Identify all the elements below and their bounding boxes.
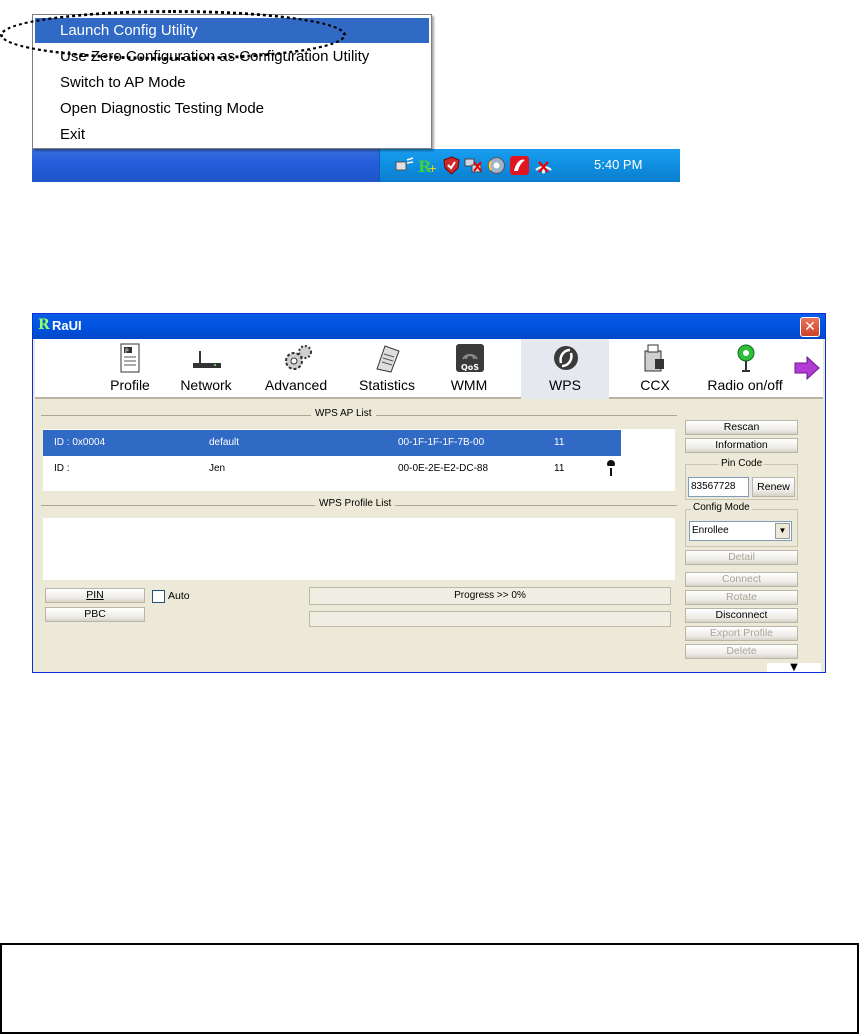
ap-mac: 00-0E-2E-E2-DC-88 bbox=[398, 463, 489, 474]
expand-down-icon[interactable]: ▼ bbox=[767, 663, 821, 672]
ralink-utility-icon[interactable]: R + bbox=[417, 156, 437, 176]
svg-text:P: P bbox=[125, 348, 129, 355]
delete-button[interactable]: Delete bbox=[685, 644, 798, 659]
delete-button-label: Delete bbox=[726, 645, 757, 657]
wps-ap-list[interactable]: ID : 0x0004 default 00-1F-1F-1F-7B-00 11… bbox=[43, 429, 675, 491]
ap-name: default bbox=[209, 437, 240, 448]
tray-clock[interactable]: 5:40 PM bbox=[594, 157, 642, 172]
pbc-button-label: PBC bbox=[84, 608, 106, 620]
tab-label: Radio on/off bbox=[707, 377, 783, 393]
tab-advanced[interactable]: Advanced bbox=[258, 339, 334, 399]
information-button-label: Information bbox=[715, 439, 768, 451]
toolbar: P Profile Network Advanced Statistics Qo… bbox=[35, 339, 823, 399]
rotate-button-label: Rotate bbox=[726, 591, 757, 603]
tab-label: Network bbox=[180, 377, 232, 393]
connect-button[interactable]: Connect bbox=[685, 572, 798, 587]
note-box bbox=[0, 943, 859, 1034]
tab-label: Profile bbox=[110, 377, 150, 393]
ccx-icon bbox=[644, 344, 664, 372]
menu-item-exit[interactable]: Exit bbox=[35, 122, 429, 147]
wps-ap-list-title: WPS AP List bbox=[311, 408, 376, 419]
lock-icon bbox=[606, 460, 616, 476]
table-row[interactable]: ID : 0x0004 default 00-1F-1F-1F-7B-00 11 bbox=[43, 430, 621, 456]
renew-button-label: Renew bbox=[757, 481, 790, 493]
menu-item-open-diagnostic-testing-mode[interactable]: Open Diagnostic Testing Mode bbox=[35, 96, 429, 121]
ap-id: ID : 0x0004 bbox=[54, 437, 106, 448]
network-disconnected-icon[interactable] bbox=[464, 156, 483, 175]
antivirus-icon[interactable] bbox=[510, 156, 529, 175]
network-icon bbox=[193, 351, 221, 368]
auto-checkbox[interactable] bbox=[152, 590, 165, 603]
tab-wps[interactable]: WPS bbox=[521, 339, 609, 399]
statistics-icon bbox=[376, 345, 400, 373]
wps-profile-list-title: WPS Profile List bbox=[315, 498, 396, 509]
tab-label: WMM bbox=[450, 377, 488, 393]
ap-id: ID : bbox=[54, 463, 70, 474]
ap-channel: 11 bbox=[554, 437, 565, 448]
qos-badge: QoS bbox=[461, 363, 480, 372]
taskbar-screenshot: R + 5:40 PM Launch Config Utility Use Zer… bbox=[0, 10, 680, 182]
advanced-icon bbox=[285, 345, 312, 370]
pin-button[interactable]: PIN bbox=[45, 588, 145, 603]
title-bar[interactable]: R RaUI ✕ bbox=[33, 314, 825, 339]
tab-profile[interactable]: P Profile bbox=[95, 339, 165, 399]
tab-statistics[interactable]: Statistics bbox=[349, 339, 425, 399]
media-icon[interactable] bbox=[487, 156, 506, 175]
rescan-button-label: Rescan bbox=[723, 421, 760, 433]
tab-network[interactable]: Network bbox=[171, 339, 241, 399]
network-activity-icon[interactable] bbox=[395, 156, 414, 175]
table-row[interactable]: ID : Jen 00-0E-2E-E2-DC-88 11 bbox=[43, 456, 675, 482]
toolbar-next-arrow-icon[interactable] bbox=[793, 354, 821, 382]
wps-profile-list[interactable] bbox=[43, 518, 675, 580]
pin-code-label: Pin Code bbox=[719, 458, 765, 469]
config-mode-select[interactable]: Enrollee ▼ bbox=[689, 521, 792, 541]
raui-window: R RaUI ✕ P Profile Network Advanced Stat… bbox=[32, 313, 826, 673]
config-mode-label: Config Mode bbox=[691, 502, 752, 513]
rotate-button[interactable]: Rotate bbox=[685, 590, 798, 605]
security-shield-icon[interactable] bbox=[442, 156, 461, 175]
progress-bar bbox=[309, 611, 671, 627]
ap-name: Jen bbox=[209, 463, 226, 474]
tab-wmm[interactable]: QoS WMM bbox=[439, 339, 499, 399]
connect-button-label: Connect bbox=[721, 573, 762, 585]
auto-checkbox-label: Auto bbox=[168, 590, 190, 602]
pin-button-label: PIN bbox=[86, 589, 104, 601]
detail-button-label: Detail bbox=[728, 551, 755, 563]
menu-item-switch-to-ap-mode[interactable]: Switch to AP Mode bbox=[35, 70, 429, 95]
ralink-logo-icon: R bbox=[38, 317, 50, 333]
progress-text: Progress >> 0% bbox=[454, 590, 526, 601]
progress-text-bar: Progress >> 0% bbox=[309, 587, 671, 605]
tab-ccx[interactable]: CCX bbox=[625, 339, 685, 399]
tab-label: WPS bbox=[549, 377, 581, 393]
ap-channel: 11 bbox=[554, 463, 565, 474]
ap-mac: 00-1F-1F-1F-7B-00 bbox=[398, 437, 485, 448]
export-profile-button-label: Export Profile bbox=[709, 627, 774, 639]
detail-button[interactable]: Detail bbox=[685, 550, 798, 565]
wps-icon bbox=[554, 346, 578, 370]
window-title: RaUI bbox=[52, 318, 82, 333]
export-profile-button[interactable]: Export Profile bbox=[685, 626, 798, 641]
highlight-oval bbox=[0, 10, 346, 60]
pbc-button[interactable]: PBC bbox=[45, 607, 145, 622]
tab-radio-on-off[interactable]: Radio on/off bbox=[699, 339, 791, 399]
profile-icon: P bbox=[120, 343, 140, 373]
renew-button[interactable]: Renew bbox=[752, 477, 795, 497]
disconnect-button[interactable]: Disconnect bbox=[685, 608, 798, 623]
disconnect-button-label: Disconnect bbox=[715, 609, 768, 621]
radio-icon bbox=[737, 344, 755, 372]
chevron-down-icon[interactable]: ▼ bbox=[775, 523, 790, 539]
tab-label: Statistics bbox=[358, 377, 415, 393]
wireless-signal-icon[interactable] bbox=[534, 156, 553, 175]
rescan-button[interactable]: Rescan bbox=[685, 420, 798, 435]
information-button[interactable]: Information bbox=[685, 438, 798, 453]
svg-text:+: + bbox=[428, 162, 436, 175]
config-mode-value: Enrollee bbox=[692, 525, 729, 536]
pin-code-field[interactable]: 83567728 bbox=[688, 477, 749, 497]
tab-label: Advanced bbox=[264, 377, 328, 393]
close-button[interactable]: ✕ bbox=[800, 317, 820, 337]
tab-label: CCX bbox=[640, 377, 670, 393]
